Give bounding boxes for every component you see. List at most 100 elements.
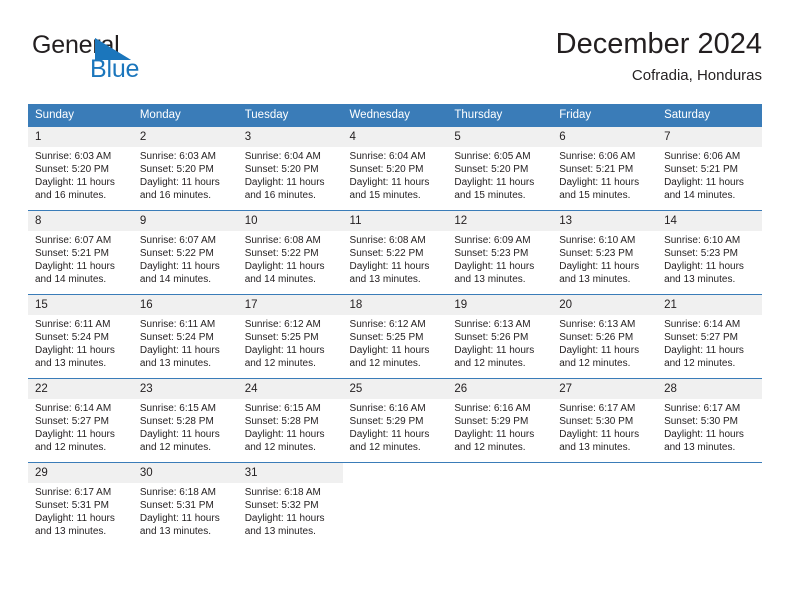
day-cell[interactable]: 7 Sunrise: 6:06 AM Sunset: 5:21 PM Daylight…: [657, 126, 762, 211]
daylight-text-line2: and 15 minutes.: [349, 190, 421, 202]
day-cell-empty: [342, 462, 448, 546]
day-cell[interactable]: 21 Sunrise: 6:14 AM Sunset: 5:27 PM Dayligh…: [657, 294, 762, 379]
day-number: 29: [28, 463, 133, 483]
sunset-text: Sunset: 5:25 PM: [349, 332, 424, 344]
day-cell[interactable]: 25 Sunrise: 6:16 AM Sunset: 5:29 PM Dayligh…: [342, 378, 448, 463]
sunrise-text: Sunrise: 6:15 AM: [139, 403, 216, 414]
day-details: Sunrise: 6:11 AM Sunset: 5:24 PM Daylight:…: [28, 315, 133, 370]
day-cell[interactable]: 1 Sunrise: 6:03 AM Sunset: 5:20 PM Daylight…: [28, 126, 133, 211]
day-details: Sunrise: 6:16 AM Sunset: 5:29 PM Daylight:…: [447, 399, 552, 454]
sunset-text: Sunset: 5:20 PM: [139, 164, 214, 176]
day-number: 3: [237, 127, 343, 147]
daylight-text-line1: Daylight: 11 hours: [454, 261, 535, 273]
sunrise-text: Sunrise: 6:08 AM: [349, 235, 426, 246]
day-number: 14: [657, 211, 762, 231]
day-number: 7: [657, 127, 762, 147]
daylight-text-line1: Daylight: 11 hours: [349, 177, 430, 189]
day-number: 22: [28, 379, 133, 399]
sunrise-text: Sunrise: 6:16 AM: [454, 403, 531, 414]
day-cell[interactable]: 17 Sunrise: 6:12 AM Sunset: 5:25 PM Dayligh…: [237, 294, 343, 379]
sunrise-text: Sunrise: 6:17 AM: [664, 403, 741, 414]
day-cell[interactable]: 28 Sunrise: 6:17 AM Sunset: 5:30 PM Dayligh…: [657, 378, 762, 463]
day-number: 13: [552, 211, 658, 231]
day-cell[interactable]: 14 Sunrise: 6:10 AM Sunset: 5:23 PM Dayligh…: [657, 210, 762, 295]
sunrise-text: Sunrise: 6:15 AM: [244, 403, 321, 414]
daylight-text-line1: Daylight: 11 hours: [244, 345, 325, 357]
daylight-text-line1: Daylight: 11 hours: [559, 261, 640, 273]
day-details: Sunrise: 6:12 AM Sunset: 5:25 PM Daylight:…: [238, 315, 343, 370]
day-cell[interactable]: 29 Sunrise: 6:17 AM Sunset: 5:31 PM Dayligh…: [28, 462, 133, 546]
day-cell[interactable]: 19 Sunrise: 6:13 AM Sunset: 5:26 PM Dayligh…: [447, 294, 553, 379]
day-details: Sunrise: 6:07 AM Sunset: 5:22 PM Daylight:…: [133, 231, 238, 286]
daylight-text-line1: Daylight: 11 hours: [454, 177, 535, 189]
day-number: 11: [342, 211, 448, 231]
daylight-text-line2: and 13 minutes.: [664, 442, 736, 454]
day-cell[interactable]: 27 Sunrise: 6:17 AM Sunset: 5:30 PM Dayligh…: [552, 378, 658, 463]
sunrise-text: Sunrise: 6:11 AM: [139, 319, 216, 330]
day-cell[interactable]: 2 Sunrise: 6:03 AM Sunset: 5:20 PM Daylight…: [132, 126, 238, 211]
sunset-text: Sunset: 5:24 PM: [139, 332, 214, 344]
daylight-text-line1: Daylight: 11 hours: [244, 177, 325, 189]
calendar-page: General Blue December 2024 Cofradia, Hon…: [0, 0, 792, 612]
day-cell[interactable]: 10 Sunrise: 6:08 AM Sunset: 5:22 PM Dayligh…: [237, 210, 343, 295]
day-cell[interactable]: 5 Sunrise: 6:05 AM Sunset: 5:20 PM Daylight…: [447, 126, 553, 211]
day-cell[interactable]: 9 Sunrise: 6:07 AM Sunset: 5:22 PM Daylight…: [132, 210, 238, 295]
day-number: 20: [552, 295, 658, 315]
day-number: [447, 463, 553, 483]
day-cell[interactable]: 4 Sunrise: 6:04 AM Sunset: 5:20 PM Daylight…: [342, 126, 448, 211]
daylight-text-line1: Daylight: 11 hours: [244, 261, 325, 273]
day-details: Sunrise: 6:05 AM Sunset: 5:20 PM Daylight:…: [447, 147, 552, 202]
daylight-text-line1: Daylight: 11 hours: [35, 177, 115, 189]
weekday-header-friday: Friday: [552, 104, 658, 127]
calendar-header-row: Sunday Monday Tuesday Wednesday Thursday…: [28, 104, 762, 127]
daylight-text-line1: Daylight: 11 hours: [244, 513, 325, 525]
daylight-text-line1: Daylight: 11 hours: [559, 429, 640, 441]
day-cell[interactable]: 13 Sunrise: 6:10 AM Sunset: 5:23 PM Dayligh…: [552, 210, 658, 295]
sunrise-text: Sunrise: 6:12 AM: [349, 319, 426, 330]
daylight-text-line2: and 14 minutes.: [35, 274, 107, 286]
day-details: Sunrise: 6:07 AM Sunset: 5:21 PM Daylight:…: [28, 231, 133, 286]
day-cell[interactable]: 11 Sunrise: 6:08 AM Sunset: 5:22 PM Dayligh…: [342, 210, 448, 295]
daylight-text-line1: Daylight: 11 hours: [139, 513, 220, 525]
sunset-text: Sunset: 5:24 PM: [35, 332, 109, 344]
day-details: Sunrise: 6:06 AM Sunset: 5:21 PM Daylight:…: [552, 147, 657, 202]
sunrise-text: Sunrise: 6:11 AM: [35, 319, 111, 330]
day-cell[interactable]: 8 Sunrise: 6:07 AM Sunset: 5:21 PM Daylight…: [28, 210, 133, 295]
daylight-text-line1: Daylight: 11 hours: [454, 345, 535, 357]
page-title: December 2024: [555, 28, 762, 60]
daylight-text-line2: and 16 minutes.: [244, 190, 316, 202]
day-details: Sunrise: 6:04 AM Sunset: 5:20 PM Daylight:…: [238, 147, 343, 202]
day-cell[interactable]: 3 Sunrise: 6:04 AM Sunset: 5:20 PM Daylight…: [237, 126, 343, 211]
sunset-text: Sunset: 5:20 PM: [35, 164, 109, 176]
day-cell[interactable]: 24 Sunrise: 6:15 AM Sunset: 5:28 PM Dayligh…: [237, 378, 343, 463]
day-cell[interactable]: 23 Sunrise: 6:15 AM Sunset: 5:28 PM Dayligh…: [132, 378, 238, 463]
day-cell[interactable]: 26 Sunrise: 6:16 AM Sunset: 5:29 PM Dayligh…: [447, 378, 553, 463]
sunset-text: Sunset: 5:21 PM: [664, 164, 738, 176]
brand-logo[interactable]: General Blue: [28, 30, 228, 88]
daylight-text-line2: and 16 minutes.: [35, 190, 107, 202]
day-details: Sunrise: 6:18 AM Sunset: 5:31 PM Daylight:…: [133, 483, 238, 538]
day-cell[interactable]: 22 Sunrise: 6:14 AM Sunset: 5:27 PM Dayligh…: [28, 378, 133, 463]
daylight-text-line1: Daylight: 11 hours: [244, 429, 325, 441]
day-cell[interactable]: 15 Sunrise: 6:11 AM Sunset: 5:24 PM Dayligh…: [28, 294, 133, 379]
day-details: Sunrise: 6:13 AM Sunset: 5:26 PM Daylight:…: [552, 315, 657, 370]
daylight-text-line2: and 12 minutes.: [664, 358, 736, 370]
daylight-text-line2: and 13 minutes.: [244, 526, 316, 538]
day-details: Sunrise: 6:11 AM Sunset: 5:24 PM Daylight:…: [133, 315, 238, 370]
day-cell[interactable]: 6 Sunrise: 6:06 AM Sunset: 5:21 PM Daylight…: [552, 126, 658, 211]
day-cell[interactable]: 20 Sunrise: 6:13 AM Sunset: 5:26 PM Dayligh…: [552, 294, 658, 379]
day-cell[interactable]: 18 Sunrise: 6:12 AM Sunset: 5:25 PM Dayligh…: [342, 294, 448, 379]
daylight-text-line2: and 15 minutes.: [559, 190, 631, 202]
sunset-text: Sunset: 5:22 PM: [244, 248, 319, 260]
day-cell[interactable]: 31 Sunrise: 6:18 AM Sunset: 5:32 PM Dayligh…: [237, 462, 343, 546]
sunset-text: Sunset: 5:29 PM: [454, 416, 529, 428]
day-details: Sunrise: 6:08 AM Sunset: 5:22 PM Daylight:…: [343, 231, 448, 286]
page-subtitle: Cofradia, Honduras: [631, 67, 762, 84]
day-cell[interactable]: 30 Sunrise: 6:18 AM Sunset: 5:31 PM Dayligh…: [132, 462, 238, 546]
sunset-text: Sunset: 5:26 PM: [454, 332, 529, 344]
day-cell[interactable]: 12 Sunrise: 6:09 AM Sunset: 5:23 PM Dayligh…: [447, 210, 553, 295]
sunrise-text: Sunrise: 6:07 AM: [35, 235, 112, 246]
day-details: Sunrise: 6:15 AM Sunset: 5:28 PM Daylight:…: [238, 399, 343, 454]
day-cell[interactable]: 16 Sunrise: 6:11 AM Sunset: 5:24 PM Dayligh…: [132, 294, 238, 379]
daylight-text-line2: and 13 minutes.: [559, 274, 631, 286]
